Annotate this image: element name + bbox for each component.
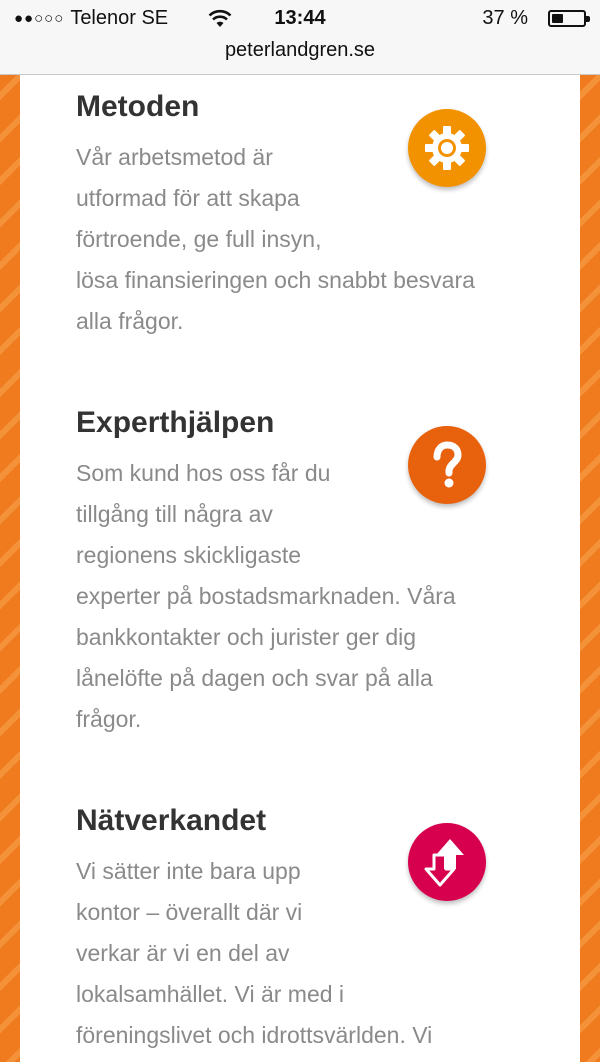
url-text[interactable]: peterlandgren.se	[225, 39, 375, 61]
text-line: Som kund hos oss får du	[76, 460, 331, 486]
text-line: Vår arbetsmetod är	[76, 144, 273, 170]
text-line: kontor – överallt där vi	[76, 899, 303, 925]
battery-nub	[586, 16, 590, 22]
text-line: regionens skickligaste	[76, 542, 302, 568]
text-line: alla frågor.	[76, 308, 184, 334]
text-line: lösa finansieringen och snabbt besvara	[76, 267, 475, 293]
status-bar: ●●○○○ Telenor SE 13:44 37 %	[0, 0, 600, 36]
text-line: verkar är vi en del av	[76, 940, 290, 966]
arrows-up-down-icon	[408, 823, 486, 901]
text-line: utformad för att skapa	[76, 185, 300, 211]
battery-percent: 37 %	[482, 7, 528, 29]
text-line: lokalsamhället. Vi är med i	[76, 981, 345, 1007]
left-page-border	[0, 75, 20, 1062]
text-line: förtroende, ge full insyn,	[76, 226, 322, 252]
address-bar[interactable]: peterlandgren.se	[0, 36, 600, 75]
battery-fill	[552, 14, 564, 23]
page-content: Metoden Vår arbetsmetod är utformad för …	[20, 75, 580, 1062]
text-line: frågor.	[76, 706, 142, 732]
text-line: föreningslivet och idrottsvärlden. Vi	[76, 1022, 433, 1048]
battery-icon	[548, 10, 590, 27]
gear-icon	[408, 109, 486, 187]
text-line: bankkontakter och jurister ger dig	[76, 624, 417, 650]
text-line: Vi sätter inte bara upp	[76, 858, 301, 884]
text-line: experter på bostadsmarknaden. Våra	[76, 583, 456, 609]
question-icon	[408, 426, 486, 504]
text-line: tillgång till några av	[76, 501, 273, 527]
text-line: lånelöfte på dagen och svar på alla	[76, 665, 433, 691]
right-page-border	[580, 75, 600, 1062]
